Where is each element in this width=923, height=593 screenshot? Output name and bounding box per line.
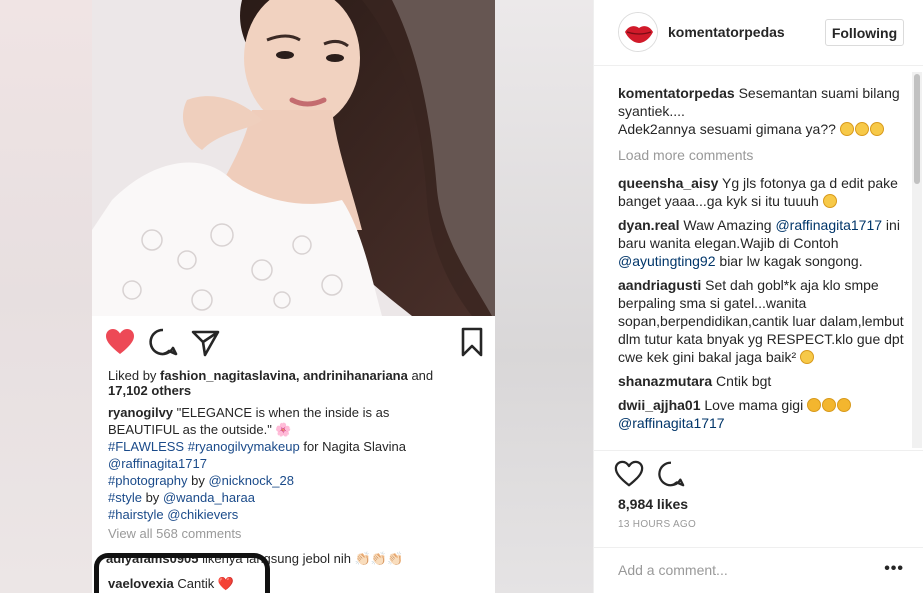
embedded-post-screenshot: Liked by fashion_nagitaslavina, andrinih…: [92, 0, 495, 593]
sweat-smile-emoji-icon: [822, 194, 837, 208]
lips-logo-icon: [619, 13, 657, 51]
instagram-post-view: Liked by fashion_nagitaslavina, andrinih…: [0, 0, 923, 593]
heart-eyes-emoji-icon: [837, 398, 852, 412]
add-comment-input[interactable]: [618, 559, 868, 581]
comment-item: aandriagusti Set dah gobl*k aja klo smpe…: [618, 277, 904, 365]
caption-comment: komentatorpedas Sesemantan suami bilang …: [618, 85, 900, 137]
avatar[interactable]: [618, 12, 658, 52]
comment-item: queensha_aisy Yg jls fotonya ga d edit p…: [618, 175, 898, 209]
comment-item: shanazmutara Cntik bgt: [618, 373, 772, 389]
comments-scrollbar[interactable]: [912, 72, 922, 448]
post-image-panel: Liked by fashion_nagitaslavina, andrinih…: [0, 0, 593, 593]
heart-outline-icon[interactable]: [614, 459, 644, 489]
comment-item: dyan.real Waw Amazing @raffinagita1717 i…: [618, 217, 900, 269]
laughing-emoji-icon: [839, 122, 854, 136]
grinning-emoji-icon: [800, 350, 815, 364]
portrait-illustration: [92, 0, 495, 316]
load-more-comments-button[interactable]: Load more comments: [618, 146, 908, 164]
highlight-marker: [94, 553, 270, 593]
post-author-username[interactable]: komentatorpedas: [668, 24, 785, 40]
likes-count[interactable]: 8,984 likes: [618, 496, 688, 512]
more-options-button[interactable]: •••: [884, 560, 904, 578]
comment-icon[interactable]: [656, 459, 686, 489]
portrait-photo: [92, 0, 495, 316]
laughing-emoji-icon: [854, 122, 869, 136]
bookmark-icon: [461, 327, 483, 357]
heart-eyes-emoji-icon: [807, 398, 822, 412]
comment-list[interactable]: komentatorpedas Sesemantan suami bilang …: [618, 84, 908, 438]
scrollbar-thumb[interactable]: [914, 74, 920, 184]
comment-item: dwii_ajjha01 Love mama gigi @raffinagita…: [618, 396, 908, 432]
share-icon: [191, 330, 220, 357]
embedded-action-row: [92, 318, 495, 366]
following-button[interactable]: Following: [825, 19, 904, 46]
heart-filled-icon: [106, 329, 134, 354]
post-header: komentatorpedas Following: [594, 0, 923, 66]
post-actions: 8,984 likes 13 HOURS AGO •••: [594, 450, 923, 593]
post-caption: ryanogilvy "ELEGANCE is when the inside …: [108, 405, 406, 522]
comment-composer: •••: [594, 547, 923, 593]
heart-eyes-emoji-icon: [822, 398, 837, 412]
post-timestamp: 13 HOURS AGO: [618, 519, 697, 530]
comment-icon: [149, 328, 178, 356]
liked-by-text: Liked by fashion_nagitaslavina, andrinih…: [108, 368, 434, 398]
comments-panel: komentatorpedas Following komentatorpeda…: [593, 0, 923, 593]
view-all-comments-link: View all 568 comments: [108, 526, 242, 541]
laughing-emoji-icon: [869, 122, 884, 136]
